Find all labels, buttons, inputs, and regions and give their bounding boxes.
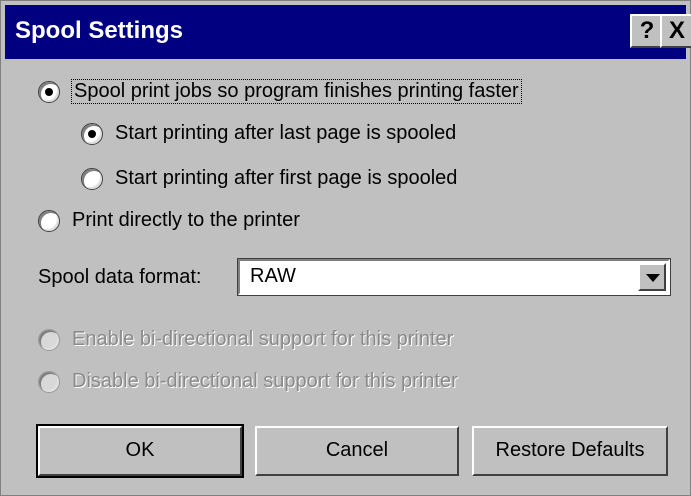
radio-after-first[interactable] xyxy=(81,167,103,190)
radio-direct[interactable] xyxy=(38,209,60,232)
spool-format-combobox[interactable]: RAW xyxy=(237,258,671,296)
radio-spool[interactable] xyxy=(38,80,60,103)
radio-disable-bidi-row: Disable bi-directional support for this … xyxy=(38,370,458,393)
radio-enable-bidi xyxy=(38,328,60,351)
spool-format-label: Spool data format: xyxy=(38,266,202,288)
dialog-title: Spool Settings xyxy=(15,17,183,44)
radio-enable-bidi-row: Enable bi-directional support for this p… xyxy=(38,328,453,351)
cancel-button[interactable]: Cancel xyxy=(255,426,459,476)
radio-direct-row[interactable]: Print directly to the printer xyxy=(38,209,300,232)
radio-disable-bidi-label: Disable bi-directional support for this … xyxy=(72,370,458,392)
dropdown-arrow-icon[interactable] xyxy=(638,263,666,291)
radio-after-first-label: Start printing after first page is spool… xyxy=(115,167,458,189)
radio-spool-label: Spool print jobs so program finishes pri… xyxy=(71,79,522,104)
radio-direct-label: Print directly to the printer xyxy=(72,209,300,231)
title-bar[interactable]: Spool Settings ? X xyxy=(5,5,691,59)
radio-after-last[interactable] xyxy=(81,122,103,145)
radio-enable-bidi-label: Enable bi-directional support for this p… xyxy=(72,328,454,350)
radio-disable-bidi xyxy=(38,370,60,393)
close-button[interactable]: X xyxy=(660,14,691,48)
radio-after-first-row[interactable]: Start printing after first page is spool… xyxy=(81,167,457,190)
ok-button[interactable]: OK xyxy=(36,424,244,478)
radio-spool-row[interactable]: Spool print jobs so program finishes pri… xyxy=(38,79,522,104)
radio-after-last-label: Start printing after last page is spoole… xyxy=(115,122,457,144)
restore-defaults-button[interactable]: Restore Defaults xyxy=(472,426,668,476)
radio-after-last-row[interactable]: Start printing after last page is spoole… xyxy=(81,122,456,145)
spool-settings-dialog: Spool Settings ? X Spool print jobs so p… xyxy=(0,0,691,496)
help-button[interactable]: ? xyxy=(630,14,664,48)
spool-format-value: RAW xyxy=(250,265,296,287)
